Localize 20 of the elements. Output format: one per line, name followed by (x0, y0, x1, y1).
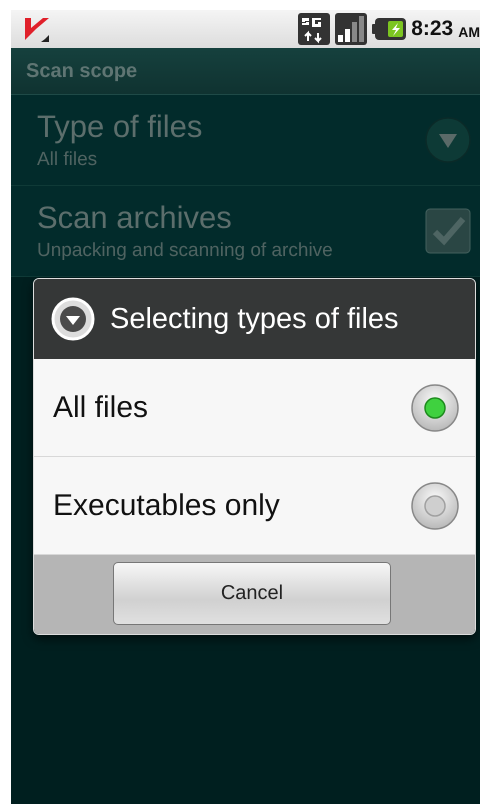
setting-summary: Unpacking and scanning of archive (37, 240, 333, 262)
option-label: All files (53, 390, 148, 424)
radio-button[interactable] (410, 382, 460, 432)
section-title: Scan scope (26, 60, 138, 82)
option-row[interactable]: Executables only (34, 457, 475, 555)
setting-summary: All files (37, 149, 98, 171)
signal-icon (335, 13, 368, 45)
checkbox[interactable] (425, 208, 471, 254)
option-label: Executables only (53, 488, 280, 522)
cancel-button[interactable]: Cancel (113, 562, 391, 625)
setting-title: Scan archives (37, 200, 233, 236)
dropdown-circle-icon (50, 296, 96, 342)
option-row[interactable]: All files (34, 359, 475, 457)
battery-charging-icon (372, 17, 406, 41)
clock-period: AM (458, 24, 480, 40)
clock-time: 8:23 (411, 17, 454, 41)
setting-title: Type of files (37, 109, 202, 145)
radio-button[interactable] (410, 480, 460, 530)
3g-icon (298, 13, 330, 45)
dialog-title: Selecting types of files (110, 302, 399, 336)
